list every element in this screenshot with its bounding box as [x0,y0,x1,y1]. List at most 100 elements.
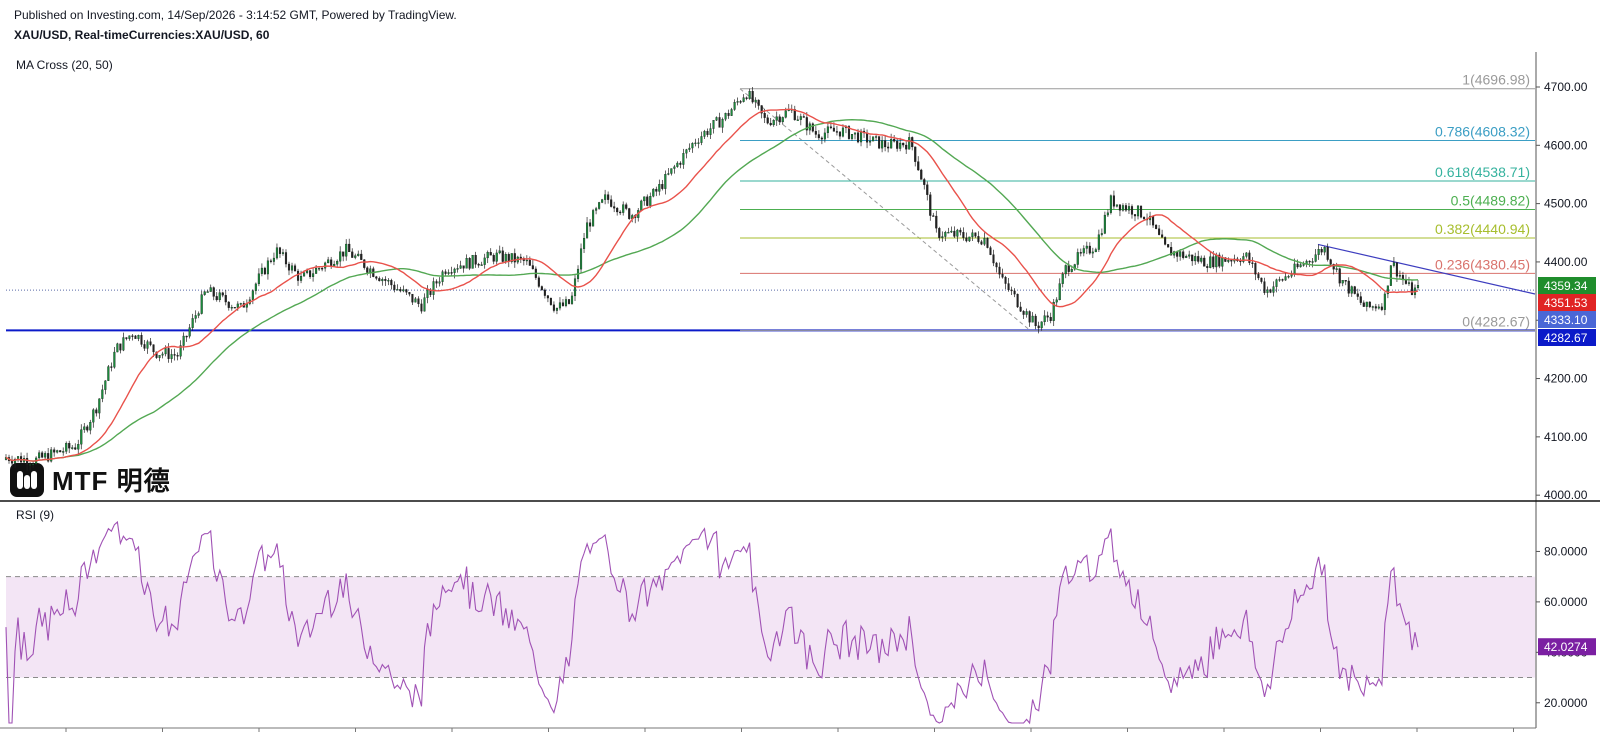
candle-body [327,259,330,264]
candle-body [1335,268,1338,270]
ma-fast-line [5,108,1419,462]
candle-body [296,270,300,281]
candle-body [119,343,122,351]
candle-body [378,278,381,282]
candle-body [1130,206,1134,215]
candle-body [116,343,119,353]
candle-body [1037,325,1040,329]
candle-body [781,117,784,123]
candle-body [890,139,893,149]
candle-body [670,168,673,174]
candle-body [875,136,878,138]
candle-body [390,280,393,286]
candle-body [986,237,989,248]
candle-body [604,194,607,200]
price-tick-label: 4200.00 [1544,372,1588,386]
candle-body [1281,279,1284,281]
candle-body [321,268,324,270]
candle-body [1293,263,1296,274]
candle-body [351,251,354,258]
candle-body [110,366,113,368]
candle-body [480,264,483,266]
candle-body [1085,245,1088,249]
candle-body [1317,249,1320,255]
candle-body [290,265,294,271]
candle-body [1377,306,1380,309]
candle-body [399,289,402,292]
candle-body [1185,256,1188,258]
candle-body [230,307,233,309]
rsi-tick-label: 80.0000 [1544,544,1588,558]
candle-body [1314,254,1317,262]
candle-body [426,289,429,298]
candle-body [68,443,71,449]
candle-body [381,279,384,282]
candle-body [140,335,143,345]
candle-body [1326,247,1329,260]
rsi-band [6,576,1535,678]
candle-body [74,447,77,450]
candle-body [579,248,583,270]
candle-body [694,142,697,145]
candle-body [1278,279,1281,281]
candle-body [598,202,601,209]
candle-body [432,281,435,295]
candle-body [1266,289,1269,293]
candle-body [920,169,923,180]
candle-body [1263,281,1266,293]
candle-body [489,252,492,256]
candle-body [1019,306,1022,312]
candle-body [595,208,598,211]
fib-level-label: 0(4282.67) [1462,313,1530,329]
candle-body [396,289,399,291]
candle-body [1251,262,1254,264]
candle-body [1046,315,1049,318]
candle-body [1091,251,1094,254]
candle-body [537,277,540,287]
candle-body [685,149,688,154]
candle-body [468,258,471,269]
fib-level-label: 0.618(4538.71) [1435,164,1530,180]
candle-body [1365,301,1368,307]
candle-body [107,366,110,381]
candle-body [872,136,875,142]
candle-body [1100,233,1103,235]
candle-body [191,318,194,328]
candle-body [586,222,589,239]
candle-body [360,253,363,260]
candle-body [908,137,911,150]
candle-body [453,268,456,273]
candle-body [384,279,387,281]
candle-body [796,119,799,121]
candle-body [679,162,682,165]
candle-body [1194,256,1197,262]
candle-body [570,295,574,304]
candle-body [1344,280,1347,282]
candle-body [1341,280,1344,284]
candle-body [1094,249,1097,253]
candle-body [1179,251,1182,257]
candle-body [263,267,266,275]
candle-body [703,131,706,137]
candle-body [281,252,285,254]
candle-body [667,173,670,175]
candle-body [561,302,565,306]
candle-body [549,297,552,305]
candle-body [1004,277,1007,284]
price-tag-label: 4282.67 [1544,331,1588,345]
candle-body [543,289,546,296]
chart-canvas[interactable]: 1(4696.98) 0.786(4608.32) 0.618(4538.71) 0.… [0,0,1600,734]
candle-body [224,295,227,303]
candle-body [498,250,501,254]
candle-body [1407,282,1411,284]
candle-body [1239,260,1242,263]
candle-body [772,120,775,126]
candle-body [420,303,423,312]
candle-body [610,199,613,207]
candle-body [1118,204,1121,211]
candle-body [989,247,992,255]
candle-body [1362,302,1365,307]
candle-body [962,232,965,238]
candle-body [146,341,149,349]
candle-body [1109,195,1112,213]
